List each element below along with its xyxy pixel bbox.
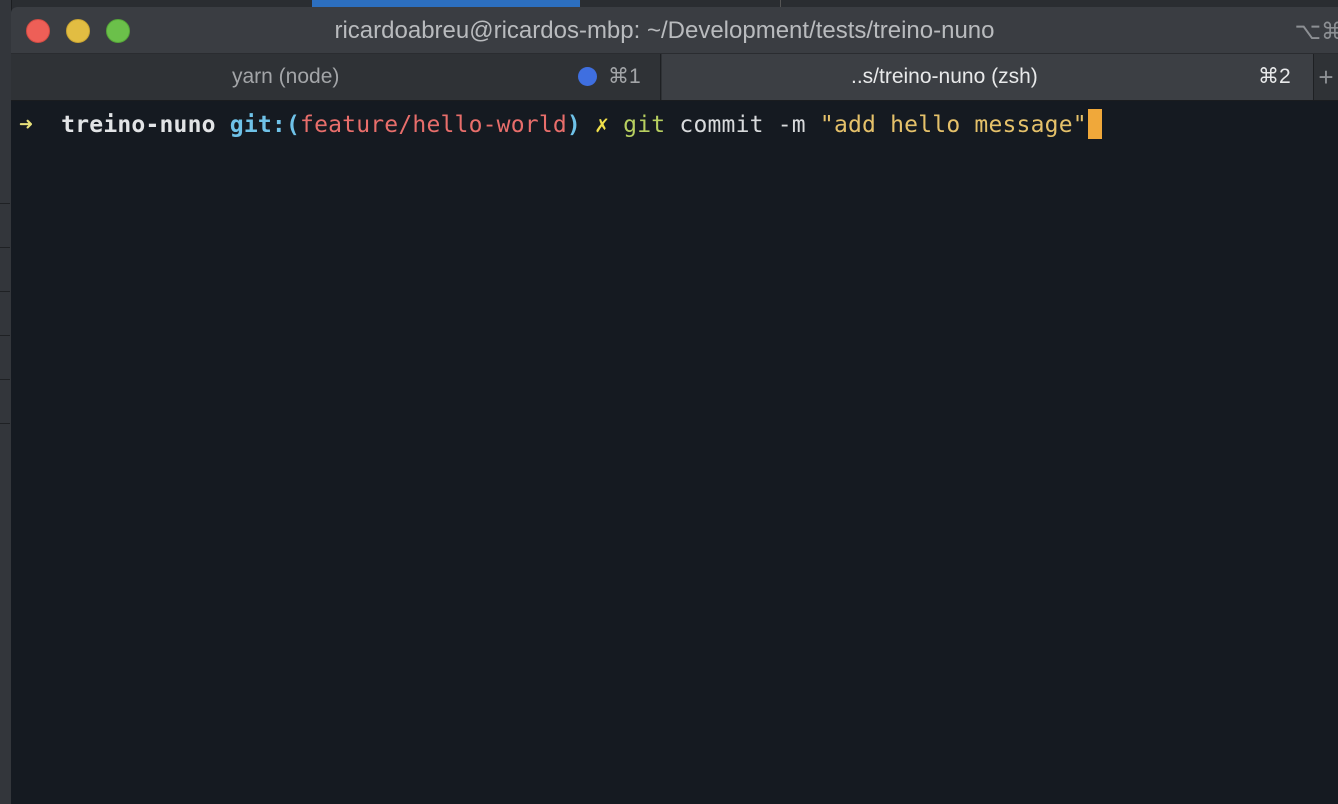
terminal-window: ricardoabreu@ricardos-mbp: ~/Development… bbox=[11, 7, 1338, 804]
desktop-edge-mark bbox=[0, 291, 10, 292]
tab-label: yarn (node) bbox=[232, 65, 340, 88]
maximize-window-button[interactable] bbox=[106, 19, 130, 43]
desktop-edge-mark bbox=[0, 335, 10, 336]
command-string: "add hello message" bbox=[819, 112, 1087, 138]
tab-bar: yarn (node) ⌘1 ..s/treino-nuno (zsh) ⌘2 … bbox=[11, 54, 1338, 101]
new-tab-button[interactable]: + bbox=[1314, 54, 1338, 100]
dirty-marker-icon: ✗ bbox=[595, 112, 610, 138]
current-directory: treino-nuno bbox=[61, 112, 216, 138]
window-title: ricardoabreu@ricardos-mbp: ~/Development… bbox=[334, 17, 995, 44]
close-window-button[interactable] bbox=[26, 19, 50, 43]
title-bar[interactable]: ricardoabreu@ricardos-mbp: ~/Development… bbox=[11, 7, 1338, 54]
background-window-selection bbox=[312, 0, 580, 7]
tab-yarn-node[interactable]: yarn (node) ⌘1 bbox=[11, 54, 661, 100]
tab-treino-nuno-zsh[interactable]: ..s/treino-nuno (zsh) ⌘2 bbox=[662, 54, 1314, 100]
activity-indicator-icon bbox=[578, 67, 597, 86]
desktop-edge-mark bbox=[0, 247, 10, 248]
tab-shortcut: ⌘2 bbox=[1258, 65, 1291, 88]
command-name: git bbox=[623, 112, 666, 138]
window-shortcut-hint: ⌥⌘ bbox=[1294, 18, 1338, 44]
terminal-content[interactable]: ➜ treino-nuno git:(feature/hello-world) … bbox=[11, 101, 1338, 804]
minimize-window-button[interactable] bbox=[66, 19, 90, 43]
desktop-edge-mark bbox=[0, 379, 10, 380]
desktop-edge-mark bbox=[0, 203, 10, 204]
git-branch: feature/hello-world bbox=[300, 112, 567, 138]
prompt-arrow-icon: ➜ bbox=[19, 112, 34, 138]
git-prefix: git:( bbox=[229, 112, 301, 138]
command-args: commit -m bbox=[679, 112, 806, 138]
tab-label: ..s/treino-nuno (zsh) bbox=[851, 65, 1038, 88]
desktop-edge-mark bbox=[0, 423, 10, 424]
tab-shortcut: ⌘1 bbox=[608, 65, 641, 88]
git-suffix: ) bbox=[566, 112, 581, 138]
text-cursor bbox=[1087, 109, 1102, 139]
prompt-line: ➜ treino-nuno git:(feature/hello-world) … bbox=[19, 109, 1102, 139]
background-divider bbox=[780, 0, 781, 7]
